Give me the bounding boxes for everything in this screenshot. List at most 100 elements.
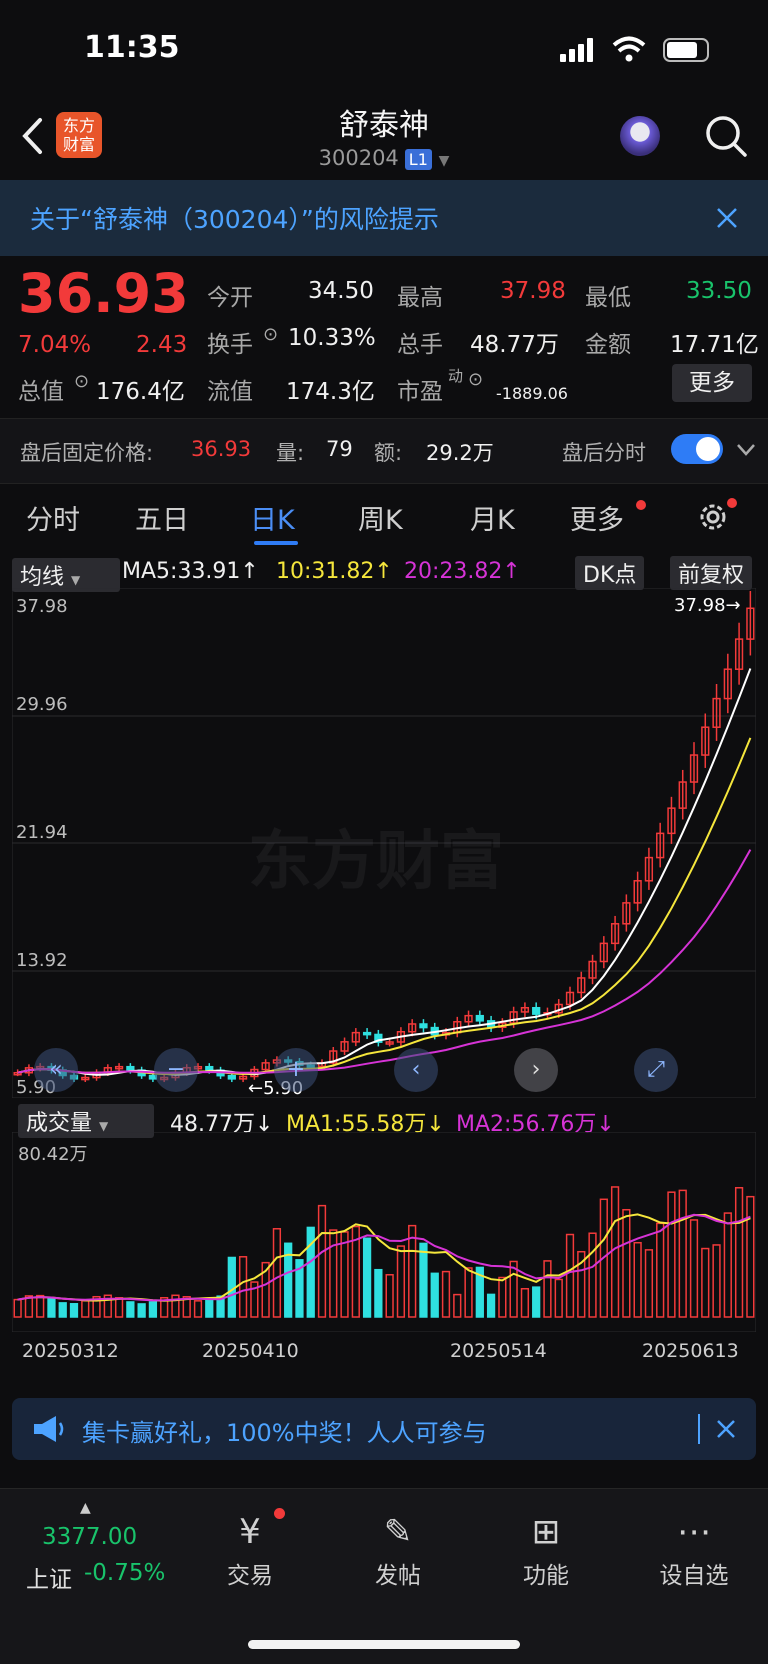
nav-trade[interactable]: 交易 xyxy=(200,1556,300,1590)
nav-post[interactable]: 发帖 xyxy=(348,1556,448,1590)
tab-intraday[interactable]: 分时 xyxy=(26,498,80,537)
wifi-icon xyxy=(612,36,646,62)
search-icon[interactable] xyxy=(704,114,748,158)
volume-frame xyxy=(12,1132,756,1332)
after-hours-vol-label: 量: xyxy=(276,441,305,465)
tab-weekly-k[interactable]: 周K xyxy=(358,498,403,537)
chevron-down-icon: ▼ xyxy=(438,153,450,169)
volume-bar xyxy=(678,1189,687,1318)
info-icon[interactable]: ⊙ xyxy=(263,324,278,345)
zoom-out-button[interactable]: − xyxy=(154,1048,198,1092)
pe-value: -1889.06 xyxy=(496,384,568,403)
candle-body xyxy=(126,1065,135,1071)
high-value: 37.98 xyxy=(500,278,566,304)
status-time: 11:35 xyxy=(84,30,180,65)
volume-bar xyxy=(193,1300,203,1318)
nav-add-watchlist[interactable]: 设自选 xyxy=(644,1556,744,1590)
trade-yuan-icon[interactable]: ¥ xyxy=(200,1512,300,1552)
volume-bar xyxy=(430,1272,439,1318)
candle-body xyxy=(362,1031,372,1036)
index-value[interactable]: 3377.00 xyxy=(42,1524,137,1550)
info-icon[interactable]: ⊙ xyxy=(468,369,483,390)
volume-y-max: 80.42万 xyxy=(18,1144,88,1165)
level-badge: L1 xyxy=(404,149,432,170)
volume-bar xyxy=(441,1270,451,1318)
volume-bar xyxy=(419,1242,428,1318)
volume-bar xyxy=(81,1300,90,1318)
turnover-label: 换手 xyxy=(207,332,253,358)
index-change[interactable]: -0.75% xyxy=(84,1560,165,1586)
tab-monthly-k[interactable]: 月K xyxy=(470,498,515,537)
ma5-value: MA5:33.91↑ xyxy=(122,559,259,584)
megaphone-icon xyxy=(34,1416,64,1442)
volume-bar xyxy=(47,1298,56,1318)
amount-label: 金额 xyxy=(585,332,631,358)
high-label: 最高 xyxy=(397,285,443,311)
chevron-down-icon[interactable] xyxy=(736,443,756,457)
volume-bar xyxy=(520,1287,530,1318)
volume-bar xyxy=(656,1222,665,1318)
ma-select[interactable]: 均线 ▼ xyxy=(12,558,120,592)
signal-icon xyxy=(560,38,596,62)
y-axis-label: 21.94 xyxy=(16,822,68,843)
y-axis-label-max: 37.98 xyxy=(16,596,68,617)
tab-daily-k[interactable]: 日K xyxy=(250,498,295,537)
volume-bar xyxy=(486,1293,496,1318)
risk-banner-text[interactable]: 关于“舒泰神（300204）”的风险提示 xyxy=(30,200,439,236)
volume-chart[interactable] xyxy=(12,1132,756,1332)
more-dots-icon[interactable]: ⋯ xyxy=(644,1512,744,1552)
candle-body xyxy=(475,1014,484,1022)
promo-divider xyxy=(698,1414,700,1444)
after-hours-toggle-label: 盘后分时 xyxy=(562,441,646,465)
volume-bar xyxy=(610,1186,620,1318)
volume-bar xyxy=(126,1301,135,1318)
volume-bar xyxy=(238,1256,248,1318)
zoom-in-button[interactable]: + xyxy=(274,1048,318,1092)
post-edit-icon[interactable]: ✎ xyxy=(348,1512,448,1552)
close-icon[interactable] xyxy=(716,1419,736,1439)
scroll-left-button[interactable]: ‹ xyxy=(394,1048,438,1092)
after-hours-toggle[interactable] xyxy=(671,434,723,464)
turnover-value: 10.33% xyxy=(288,325,376,351)
index-name[interactable]: 上证 xyxy=(26,1560,72,1594)
rewind-button[interactable]: « xyxy=(34,1048,78,1092)
dk-point-button[interactable]: DK点 xyxy=(575,556,645,590)
volume-value: 48.77万 xyxy=(470,332,559,358)
more-button[interactable]: 更多 xyxy=(672,364,752,402)
candle-body xyxy=(227,1074,236,1080)
volume-bar xyxy=(498,1276,507,1318)
float-value: 174.3亿 xyxy=(286,379,375,405)
after-hours-price-label: 盘后固定价格: xyxy=(20,441,154,465)
caret-down-icon: ▼ xyxy=(99,1119,109,1133)
volume-bar xyxy=(114,1297,124,1318)
tab-five-day[interactable]: 五日 xyxy=(135,498,189,537)
candle-body xyxy=(532,1006,541,1015)
settings-gear-icon[interactable] xyxy=(696,500,730,534)
info-icon[interactable]: ⊙ xyxy=(74,371,89,392)
low-label: 最低 xyxy=(585,285,631,311)
change-amount: 2.43 xyxy=(136,332,188,358)
battery-icon xyxy=(663,38,709,62)
caret-up-icon: ▲ xyxy=(80,1500,91,1516)
tab-more[interactable]: 更多 xyxy=(570,498,624,537)
ma20-value: 20:23.82↑ xyxy=(404,559,521,584)
function-grid-icon[interactable]: ⊞ xyxy=(496,1512,596,1552)
adjust-button[interactable]: 前复权 xyxy=(670,556,753,590)
volume-bar xyxy=(36,1294,45,1318)
volume-bar xyxy=(396,1245,406,1318)
amount-value: 17.71亿 xyxy=(670,332,759,358)
scroll-right-button[interactable]: › xyxy=(514,1048,558,1092)
volume-bar xyxy=(58,1302,67,1318)
fullscreen-button[interactable]: ⤢ xyxy=(634,1048,678,1092)
candle-body xyxy=(419,1023,428,1029)
promo-text[interactable]: 集卡赢好礼，100%中奖！人人可参与 xyxy=(82,1413,487,1448)
robot-assistant-icon[interactable] xyxy=(620,116,660,156)
volume-bar xyxy=(137,1303,146,1318)
close-icon[interactable] xyxy=(716,207,738,229)
nav-function[interactable]: 功能 xyxy=(496,1556,596,1590)
after-hours-price: 36.93 xyxy=(191,437,252,461)
home-indicator xyxy=(248,1640,520,1649)
notification-dot xyxy=(727,498,737,508)
volume-bar xyxy=(667,1191,676,1318)
volume-label: 总手 xyxy=(397,332,443,358)
